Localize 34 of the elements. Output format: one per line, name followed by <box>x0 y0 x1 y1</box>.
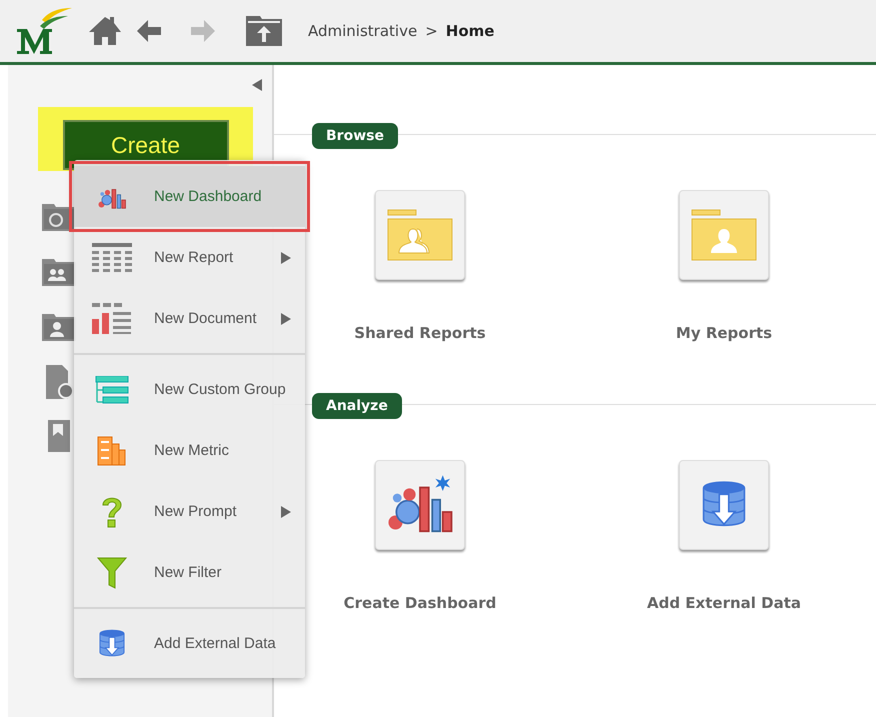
breadcrumb-current: Home <box>446 22 494 40</box>
collapse-icon[interactable] <box>252 79 262 91</box>
tile-button[interactable] <box>679 460 769 550</box>
document-chart-icon <box>92 302 132 334</box>
back-arrow-icon[interactable] <box>136 19 162 43</box>
table-icon <box>92 242 132 272</box>
breadcrumb-link[interactable]: Administrative <box>308 22 418 40</box>
tile-label: Shared Reports <box>354 324 486 342</box>
metric-icon <box>97 436 127 466</box>
menu-item[interactable]: New Metric <box>74 420 305 481</box>
tile-label: My Reports <box>676 324 772 342</box>
section-badge: Browse <box>312 123 398 149</box>
folder-people-icon <box>387 209 453 261</box>
folder-up-icon[interactable] <box>246 16 282 46</box>
folder-person-icon <box>691 209 757 261</box>
filter-icon <box>97 556 127 588</box>
menu-item[interactable]: New Dashboard <box>74 166 305 227</box>
database-download-icon <box>99 628 125 658</box>
hierarchy-icon <box>95 376 129 404</box>
tile-label: Create Dashboard <box>344 594 496 612</box>
tile-label: Add External Data <box>647 594 801 612</box>
breadcrumb-separator: > <box>425 22 438 40</box>
menu-item[interactable]: New Document <box>74 288 305 349</box>
section-badge: Analyze <box>312 393 402 419</box>
menu-item[interactable]: Add External Data <box>74 613 305 674</box>
menu-item[interactable]: New Custom Group <box>74 359 305 420</box>
home-icon[interactable] <box>88 16 122 46</box>
tile-button[interactable] <box>375 190 465 280</box>
tile-button[interactable] <box>679 190 769 280</box>
menu-item[interactable]: New Report <box>74 227 305 288</box>
tile-button[interactable] <box>375 460 465 550</box>
m-logo <box>14 6 74 56</box>
menu-item[interactable]: New Filter <box>74 542 305 603</box>
menu-item[interactable]: New Prompt <box>74 481 305 542</box>
